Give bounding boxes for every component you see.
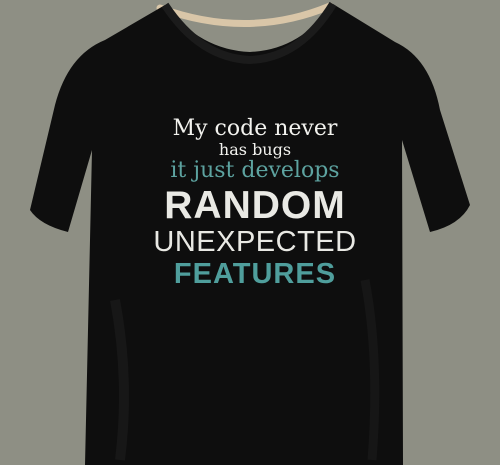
print-line-4: RANDOM (164, 184, 346, 227)
print-line-3: it just develops (170, 158, 340, 183)
print-line-6: FEATURES (173, 258, 337, 290)
print-line-2: has bugs (218, 140, 292, 159)
print-line-5: UNEXPECTED (153, 226, 357, 258)
print-line-1: My code never (172, 116, 338, 141)
product-photo: My code never has bugs it just develops … (0, 0, 500, 465)
shirt-print: My code never has bugs it just develops … (120, 118, 390, 289)
